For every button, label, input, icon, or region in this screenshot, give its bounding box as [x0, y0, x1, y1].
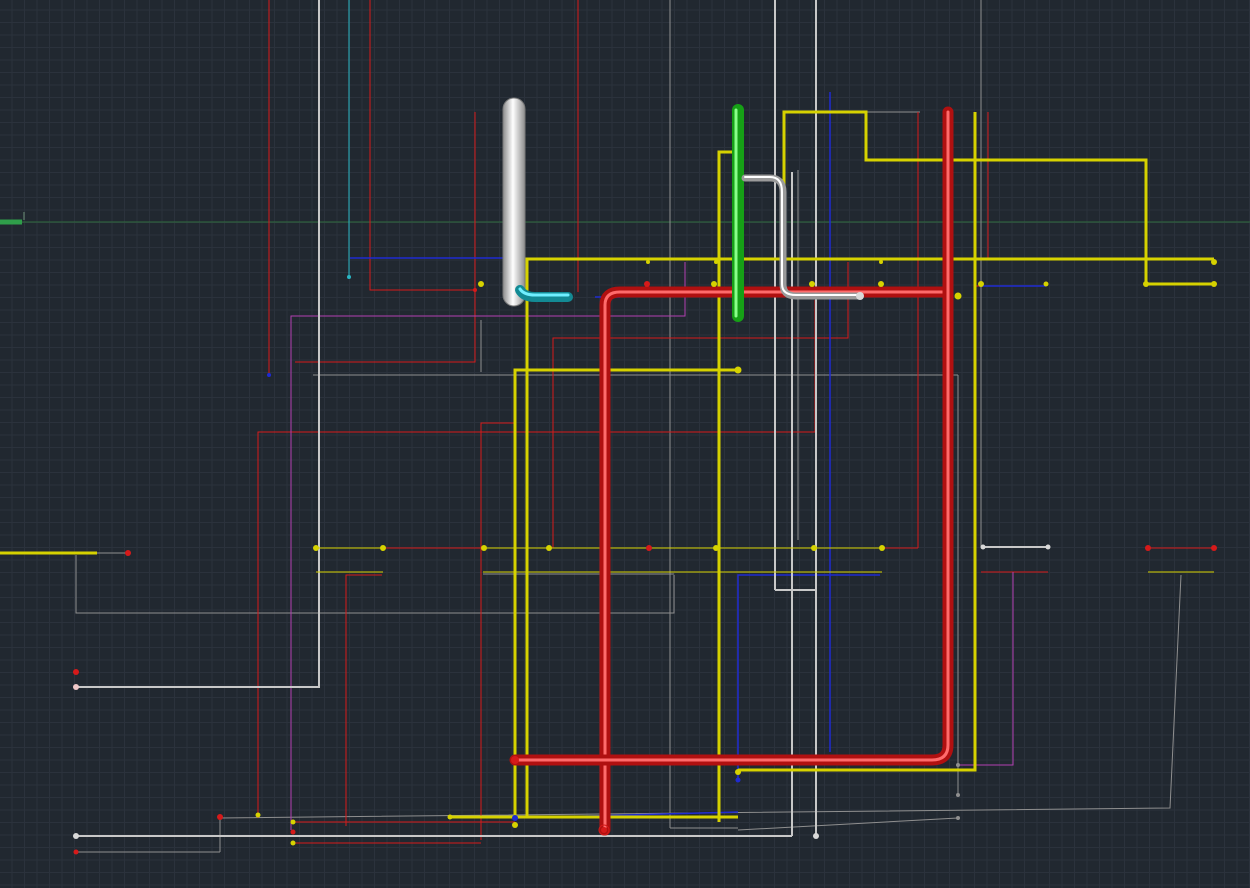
vessel-column[interactable]	[502, 97, 526, 307]
green-pipe[interactable]	[732, 104, 744, 322]
white-bent-pipe[interactable]	[741, 174, 864, 300]
gray-centerlines	[75, 0, 1214, 853]
piping-drawing[interactable]	[0, 0, 1250, 888]
red-main-pipe[interactable]	[509, 106, 954, 836]
white-lines	[76, 0, 1048, 837]
magenta-lines	[290, 262, 1014, 830]
blue-lines	[350, 92, 1046, 819]
model-space-viewport[interactable]	[0, 0, 1250, 888]
ucs-icon	[0, 212, 25, 225]
yellow-thin-lines	[97, 547, 1214, 573]
